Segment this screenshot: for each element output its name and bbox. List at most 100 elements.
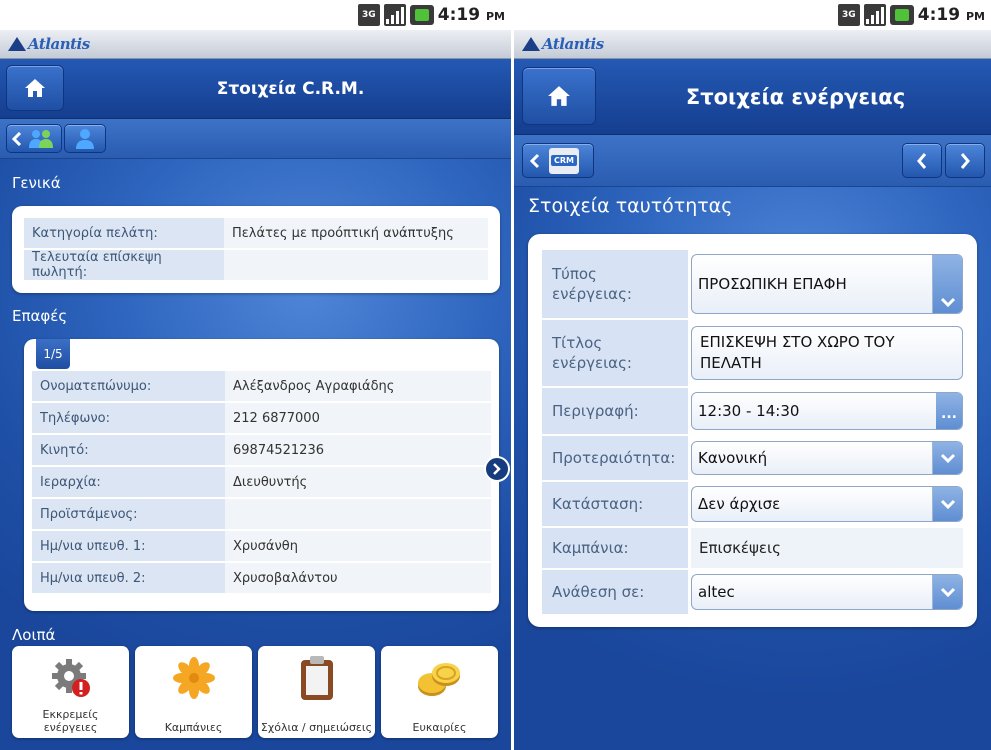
assigned-select[interactable]: altec — [691, 574, 963, 610]
campaign-value: Επισκέψεις — [691, 528, 963, 568]
clipboard-icon — [258, 654, 375, 702]
contact-label: Τηλέφωνο: — [32, 403, 225, 433]
contact-label: Κινητό: — [32, 435, 225, 465]
home-button[interactable] — [6, 65, 64, 111]
contact-value: Χρυσοβαλάντου — [225, 563, 491, 593]
app-logo-bar: Atlantis — [514, 30, 991, 59]
type-value-cell: ΠΡΟΣΩΠΙΚΗ ΕΠΑΦΗ — [688, 250, 963, 318]
table-row: Τηλέφωνο: 212 6877000 — [32, 403, 491, 433]
table-row: Τελευταία επίσκεψη πωλητή: — [24, 250, 488, 280]
next-button[interactable] — [945, 143, 985, 178]
description-input-value: 12:30 - 14:30 — [698, 401, 800, 420]
category-label: Κατηγορία πελάτη: — [24, 218, 224, 248]
previous-button[interactable] — [902, 143, 942, 178]
field-description: Περιγραφή: 12:30 - 14:30 ... — [542, 388, 963, 434]
home-button[interactable] — [522, 67, 596, 125]
status-value-cell: Δεν άρχισε — [688, 482, 963, 526]
toolbar: CRM — [514, 135, 991, 187]
contact-value — [225, 499, 491, 529]
chevron-down-icon — [932, 255, 962, 313]
tile-opportunities[interactable]: Ευκαιρίες — [381, 646, 498, 738]
logo-icon — [522, 37, 540, 51]
table-row: Ημ/νια υπευθ. 2: Χρυσοβαλάντου — [32, 563, 491, 593]
field-title: Τίτλος ενέργειας: ΕΠΙΣΚΕΨΗ ΣΤΟ ΧΩΡΟ ΤΟΥ … — [542, 320, 963, 386]
table-row: Προϊστάμενος: — [32, 499, 491, 529]
title-input[interactable]: ΕΠΙΣΚΕΨΗ ΣΤΟ ΧΩΡΟ ΤΟΥ ΠΕΛΑΤΗ — [691, 326, 963, 380]
description-label: Περιγραφή: — [542, 388, 688, 434]
category-value: Πελάτες με προόπτική ανάπτυξης — [224, 218, 488, 248]
description-input[interactable]: 12:30 - 14:30 ... — [691, 392, 963, 430]
tile-label: Ευκαιρίες — [412, 721, 467, 734]
back-button[interactable] — [6, 124, 62, 153]
contact-label: Ονοματεπώνυμο: — [32, 371, 225, 401]
contacts-table: Ονοματεπώνυμο: Αλέξανδρος Αγραφιάδης Τηλ… — [32, 369, 491, 595]
status-select[interactable]: Δεν άρχισε — [691, 486, 963, 522]
battery-icon — [889, 5, 914, 25]
crm-document-icon: CRM — [549, 147, 579, 174]
priority-select-value: Κανονική — [698, 448, 768, 467]
type-label: Τύπος ενέργειας: — [542, 250, 688, 318]
last-visit-label: Τελευταία επίσκεψη πωλητή: — [24, 250, 224, 280]
table-row: Ονοματεπώνυμο: Αλέξανδρος Αγραφιάδης — [32, 371, 491, 401]
field-assigned: Ανάθεση σε: altec — [542, 570, 963, 614]
gear-warning-icon — [12, 654, 129, 702]
general-card: Κατηγορία πελάτη: Πελάτες με προόπτική α… — [12, 206, 500, 293]
field-campaign: Καμπάνια: Επισκέψεις — [542, 528, 963, 568]
chevron-down-icon — [932, 487, 962, 521]
type-select[interactable]: ΠΡΟΣΩΠΙΚΗ ΕΠΑΦΗ — [691, 254, 963, 314]
contacts-card: 1/5 Ονοματεπώνυμο: Αλέξανδρος Αγραφιάδης… — [24, 339, 499, 611]
assigned-value-cell: altec — [688, 570, 963, 614]
battery-icon — [409, 5, 434, 25]
signal-icon — [863, 4, 886, 26]
tile-comments[interactable]: Σχόλια / σημειώσεις — [258, 646, 375, 738]
flower-icon — [135, 654, 252, 702]
user-icon — [76, 128, 94, 149]
priority-select[interactable]: Κανονική — [691, 441, 963, 475]
assigned-label: Ανάθεση σε: — [542, 570, 688, 614]
clock: 4:19 PM — [917, 5, 985, 25]
toolbar — [0, 119, 511, 159]
title-label: Τίτλος ενέργειας: — [542, 320, 688, 386]
chevron-left-icon — [529, 153, 540, 168]
contacts-icon — [29, 129, 53, 148]
contact-button[interactable] — [64, 124, 106, 153]
app-logo: Atlantis — [542, 35, 604, 53]
page-title: Στοιχεία ενέργειας — [685, 84, 906, 109]
table-row: Ιεραρχία: Διευθυντής — [32, 467, 491, 497]
more-icon[interactable]: ... — [936, 393, 962, 429]
assigned-select-value: altec — [698, 582, 735, 601]
action-details-screen: 3G 4:19 PM Atlantis Στοιχεία ενέργειας C… — [514, 0, 991, 750]
chevron-right-icon — [493, 463, 501, 475]
contacts-pager: 1/5 — [36, 339, 70, 369]
next-contact-button[interactable] — [484, 456, 510, 482]
description-value-cell: 12:30 - 14:30 ... — [688, 388, 963, 434]
field-status: Κατάσταση: Δεν άρχισε — [542, 482, 963, 526]
tile-campaigns[interactable]: Καμπάνιες — [135, 646, 252, 738]
table-row: Κινητό: 69874521236 — [32, 435, 491, 465]
last-visit-value — [224, 250, 488, 280]
app-logo-bar: Atlantis — [0, 30, 511, 59]
back-button[interactable]: CRM — [522, 143, 594, 178]
tile-label: Σχόλια / σημειώσεις — [260, 721, 373, 734]
contact-label: Ημ/νια υπευθ. 1: — [32, 531, 225, 561]
campaign-label: Καμπάνια: — [542, 528, 688, 568]
signal-icon — [383, 4, 406, 26]
status-select-value: Δεν άρχισε — [698, 494, 781, 513]
chevron-down-icon — [932, 442, 962, 474]
home-icon — [548, 86, 570, 106]
app-logo: Atlantis — [28, 35, 90, 53]
field-priority: Προτεραιότητα: Κανονική — [542, 436, 963, 480]
chevron-down-icon — [932, 575, 962, 609]
network-3g-icon: 3G — [357, 4, 380, 26]
priority-value-cell: Κανονική — [688, 436, 963, 480]
identity-card: Τύπος ενέργειας: ΠΡΟΣΩΠΙΚΗ ΕΠΑΦΗ Τίτλος … — [528, 234, 977, 627]
status-label: Κατάσταση: — [542, 482, 688, 526]
field-type: Τύπος ενέργειας: ΠΡΟΣΩΠΙΚΗ ΕΠΑΦΗ — [542, 250, 963, 318]
priority-label: Προτεραιότητα: — [542, 436, 688, 480]
title-value-cell: ΕΠΙΣΚΕΨΗ ΣΤΟ ΧΩΡΟ ΤΟΥ ΠΕΛΑΤΗ — [688, 320, 963, 386]
tile-pending-actions[interactable]: Εκκρεμείς ενέργειες — [12, 646, 129, 738]
crm-badge: CRM — [551, 155, 577, 166]
table-row: Κατηγορία πελάτη: Πελάτες με προόπτική α… — [24, 218, 488, 248]
contact-label: Ημ/νια υπευθ. 2: — [32, 563, 225, 593]
coins-icon — [381, 654, 498, 702]
